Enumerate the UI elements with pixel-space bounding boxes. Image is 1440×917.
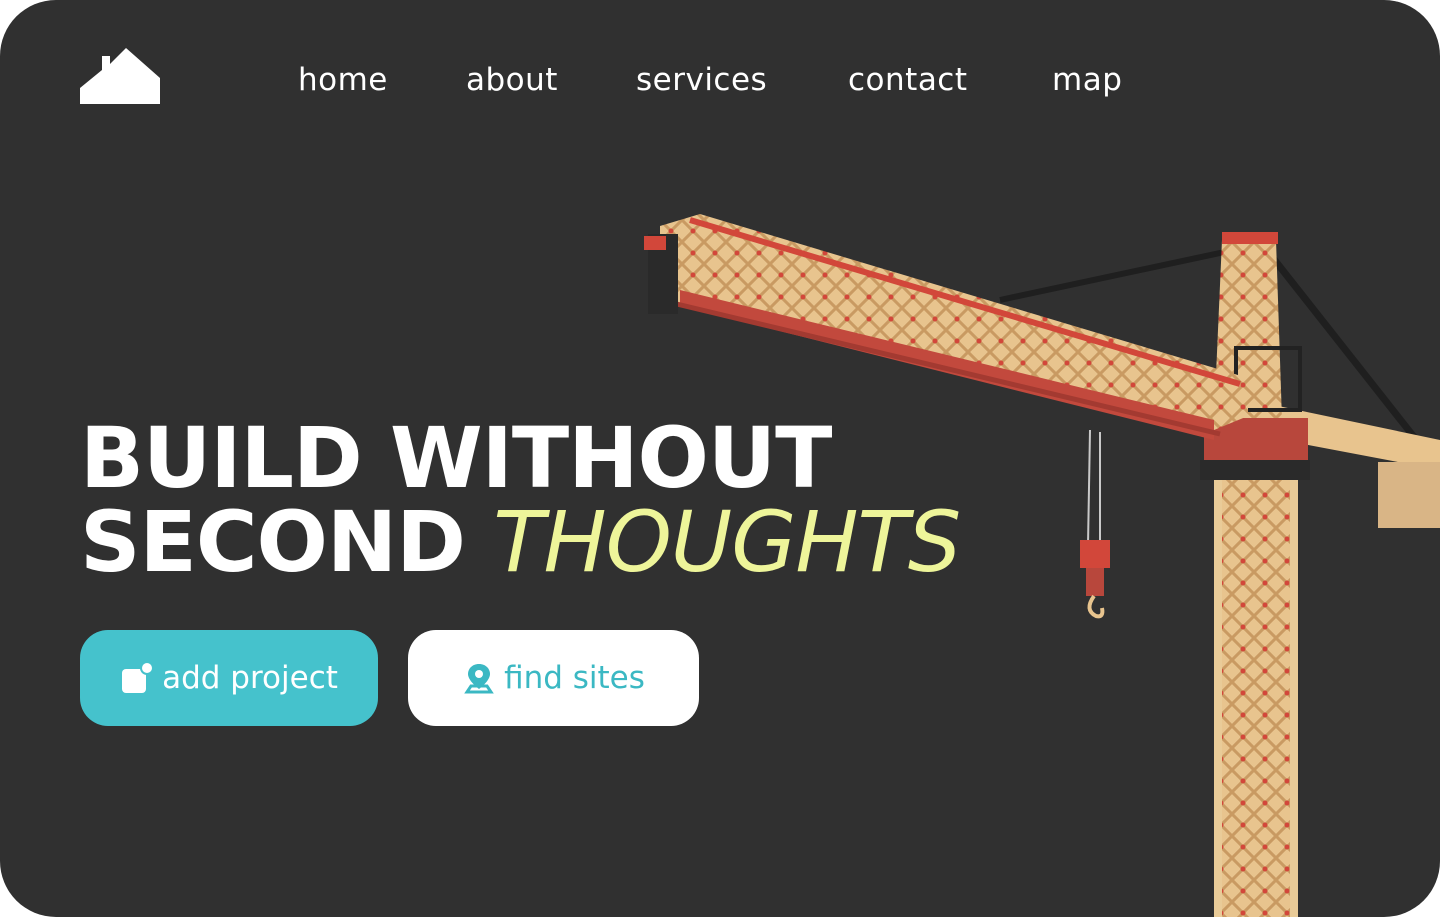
headline-line-2: SECOND THOUGHTS <box>80 500 961 584</box>
location-pin-icon <box>462 661 496 695</box>
add-project-button[interactable]: add project <box>80 630 378 726</box>
find-sites-label: find sites <box>504 660 645 696</box>
hero-headline: BUILD WITHOUT SECOND THOUGHTS <box>80 409 961 584</box>
add-note-icon <box>120 661 155 695</box>
headline-second: SECOND <box>80 493 466 591</box>
headline-accent: THOUGHTS <box>493 493 961 591</box>
find-sites-button[interactable]: find sites <box>408 630 699 726</box>
page-frame: home about services contact map BUILD WI… <box>0 0 1440 917</box>
add-project-label: add project <box>162 660 338 696</box>
headline-line-1: BUILD WITHOUT <box>80 409 832 507</box>
